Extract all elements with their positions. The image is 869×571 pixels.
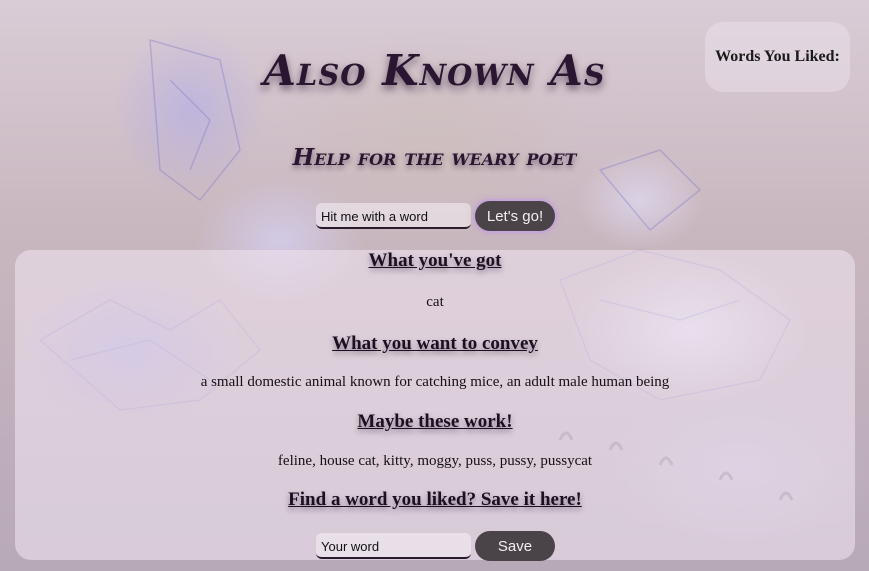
- page-title: Also Known As: [263, 46, 606, 95]
- save-form: Save: [316, 531, 555, 561]
- what-you-want-heading: What you want to convey: [332, 333, 538, 354]
- search-form: Let's go!: [316, 201, 555, 231]
- page-subtitle: Help for the weary poet: [292, 144, 577, 171]
- synonym-list: feline, house cat, kitty, moggy, puss, p…: [277, 453, 593, 469]
- word-search-input[interactable]: [316, 203, 471, 229]
- word-definitions: a small domestic animal known for catchi…: [200, 374, 670, 390]
- lets-go-button[interactable]: Let's go!: [475, 201, 555, 231]
- save-word-heading: Find a word you liked? Save it here!: [288, 489, 582, 510]
- input-word: cat: [426, 294, 444, 310]
- maybe-these-heading: Maybe these work!: [357, 411, 513, 432]
- save-word-input[interactable]: [316, 533, 471, 559]
- what-youve-got-heading: What you've got: [368, 250, 502, 271]
- results-panel: What you've got cat What you want to con…: [15, 250, 855, 560]
- save-button[interactable]: Save: [475, 531, 555, 561]
